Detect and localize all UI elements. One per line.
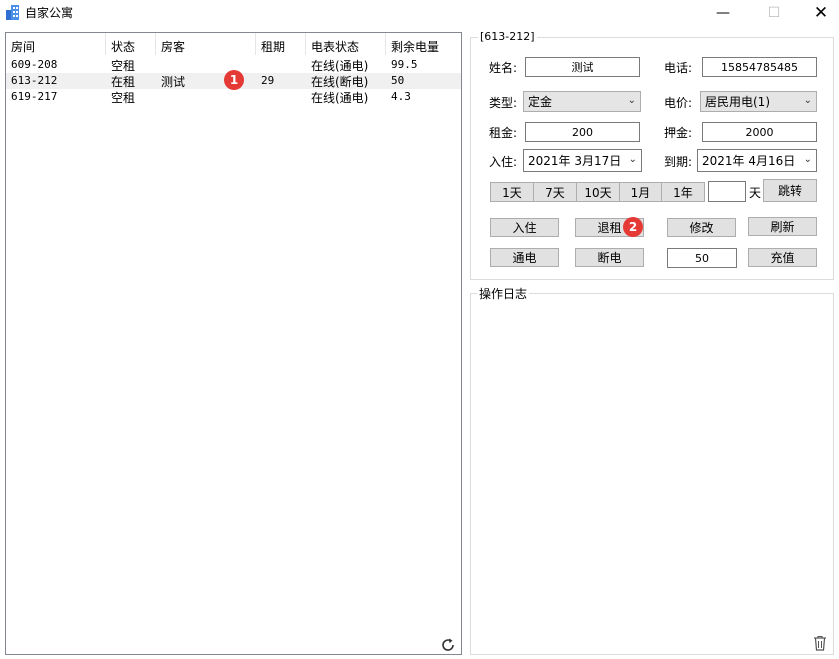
days-input[interactable]: [708, 181, 746, 202]
operation-log[interactable]: 操作日志: [470, 285, 834, 655]
meter-cell: 在线(通电): [311, 91, 369, 105]
room-cell: 619-217: [11, 90, 58, 103]
charge-amount-field[interactable]: 50: [667, 248, 737, 268]
price-value: 居民用电(1): [705, 95, 770, 109]
annotation-badge-2: 2: [623, 217, 643, 237]
status-cell: 空租: [111, 59, 136, 73]
period-1-month-button[interactable]: 1月: [619, 182, 662, 202]
period-10-days-button[interactable]: 10天: [576, 182, 620, 202]
price-select[interactable]: 居民用电(1) ⌄: [700, 91, 817, 112]
group-title: [613-212]: [478, 30, 537, 43]
name-field[interactable]: 测试: [525, 57, 640, 77]
type-label: 类型:: [489, 96, 518, 110]
building-icon: [6, 5, 19, 20]
chevron-down-icon: ⌄: [803, 154, 812, 165]
checkin-date-picker[interactable]: 2021年 3月17日 ⌄: [523, 149, 642, 172]
status-cell: 空租: [111, 91, 136, 105]
expire-date-value: 2021年 4月16日: [702, 154, 796, 168]
phone-label: 电话:: [664, 61, 693, 75]
charge-button[interactable]: 充值: [748, 248, 817, 267]
title-bar: 自家公寓 — ☐ ✕: [0, 0, 839, 26]
column-header-room[interactable]: 房间: [6, 33, 106, 55]
power-cell: 50: [391, 74, 405, 87]
meter-cell: 在线(断电): [311, 75, 369, 89]
power-cell: 4.3: [391, 90, 411, 103]
checkin-button[interactable]: 入住: [490, 218, 559, 237]
power-cell: 99.5: [391, 58, 418, 71]
days-unit-label: 天: [749, 186, 762, 200]
refresh-button[interactable]: 刷新: [748, 217, 817, 236]
phone-field[interactable]: 15854785485: [702, 57, 817, 77]
chevron-down-icon: ⌄: [628, 154, 637, 165]
meter-cell: 在线(通电): [311, 59, 369, 73]
table-row[interactable]: 613-212 在租 测试 29 在线(断电) 50 1: [6, 70, 461, 90]
period-1-day-button[interactable]: 1天: [490, 182, 534, 202]
checkin-date-value: 2021年 3月17日: [528, 154, 622, 168]
status-cell: 在租: [111, 75, 136, 89]
rent-label: 租金:: [489, 126, 518, 140]
expire-label: 到期:: [664, 155, 693, 169]
rent-field[interactable]: 200: [525, 122, 640, 142]
period-1-year-button[interactable]: 1年: [661, 182, 705, 202]
table-row[interactable]: 619-217 空租 在线(通电) 4.3: [6, 89, 461, 105]
trash-icon[interactable]: [813, 635, 827, 651]
period-7-days-button[interactable]: 7天: [533, 182, 577, 202]
term-cell: 29: [261, 74, 275, 87]
column-header-meter[interactable]: 电表状态: [306, 33, 386, 55]
power-on-button[interactable]: 通电: [490, 248, 559, 267]
minimize-button[interactable]: —: [700, 0, 746, 26]
column-header-term[interactable]: 租期: [256, 33, 306, 55]
room-list[interactable]: 房间 状态 房客 租期 电表状态 剩余电量 609-208 空租 在线(通电) …: [5, 32, 462, 655]
name-label: 姓名:: [489, 61, 518, 75]
tenant-cell: 测试: [161, 75, 186, 89]
checkin-label: 入住:: [489, 155, 518, 169]
jump-button[interactable]: 跳转: [763, 179, 817, 202]
deposit-field[interactable]: 2000: [702, 122, 817, 142]
room-cell: 613-212: [11, 74, 58, 87]
column-header-status[interactable]: 状态: [106, 33, 156, 55]
power-off-button[interactable]: 断电: [575, 248, 644, 267]
annotation-badge-1: 1: [224, 70, 244, 90]
type-value: 定金: [528, 95, 553, 109]
refresh-icon[interactable]: [440, 637, 456, 653]
maximize-button[interactable]: ☐: [751, 0, 797, 26]
modify-button[interactable]: 修改: [667, 218, 736, 237]
room-detail-group: [613-212] 姓名: 测试 电话: 15854785485 类型: 定金 …: [470, 30, 834, 280]
column-header-power[interactable]: 剩余电量: [386, 33, 461, 55]
log-title: 操作日志: [477, 285, 530, 302]
column-header-tenant[interactable]: 房客: [156, 33, 256, 55]
chevron-down-icon: ⌄: [627, 95, 636, 106]
chevron-down-icon: ⌄: [803, 95, 812, 106]
window-title: 自家公寓: [25, 6, 74, 20]
room-cell: 609-208: [11, 58, 58, 71]
expire-date-picker[interactable]: 2021年 4月16日 ⌄: [697, 149, 817, 172]
close-button[interactable]: ✕: [798, 0, 839, 26]
type-select[interactable]: 定金 ⌄: [523, 91, 641, 112]
price-label: 电价:: [664, 96, 693, 110]
deposit-label: 押金:: [664, 126, 693, 140]
